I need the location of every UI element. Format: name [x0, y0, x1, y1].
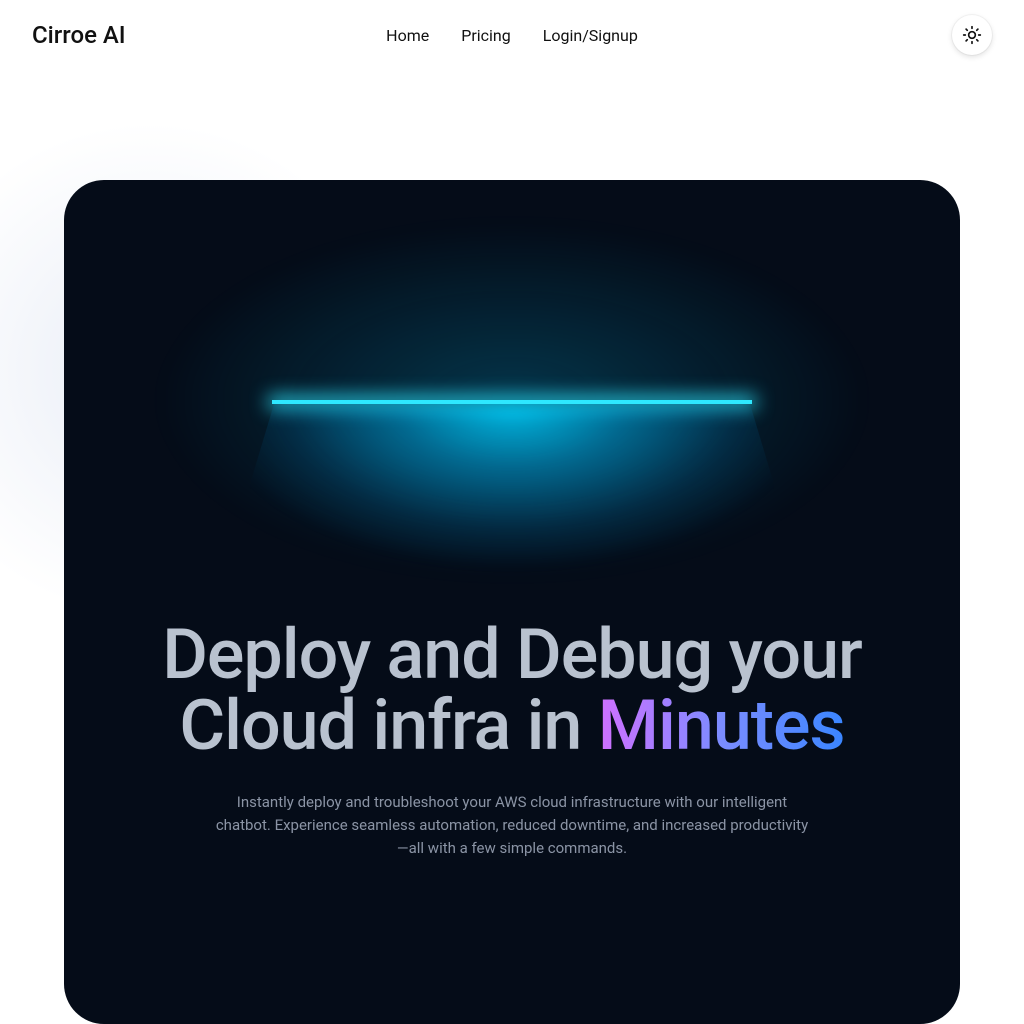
site-header: Cirroe AI Home Pricing Login/Signup	[0, 0, 1024, 70]
sun-icon	[962, 25, 982, 45]
nav-pricing[interactable]: Pricing	[461, 26, 511, 45]
hero-subtext: Instantly deploy and troubleshoot your A…	[212, 791, 812, 861]
main-nav: Home Pricing Login/Signup	[386, 26, 638, 45]
headline-accent: Minutes	[598, 685, 845, 767]
brand-title: Cirroe AI	[32, 21, 126, 49]
hero-text: Deploy and Debug your Cloud infra in Min…	[64, 620, 960, 861]
theme-toggle-button[interactable]	[952, 15, 992, 55]
nav-home[interactable]: Home	[386, 26, 429, 45]
hero-headline: Deploy and Debug your Cloud infra in Min…	[104, 620, 920, 763]
glow-bar	[272, 400, 752, 404]
nav-login-signup[interactable]: Login/Signup	[543, 26, 638, 45]
hero-card: Deploy and Debug your Cloud infra in Min…	[64, 180, 960, 1024]
